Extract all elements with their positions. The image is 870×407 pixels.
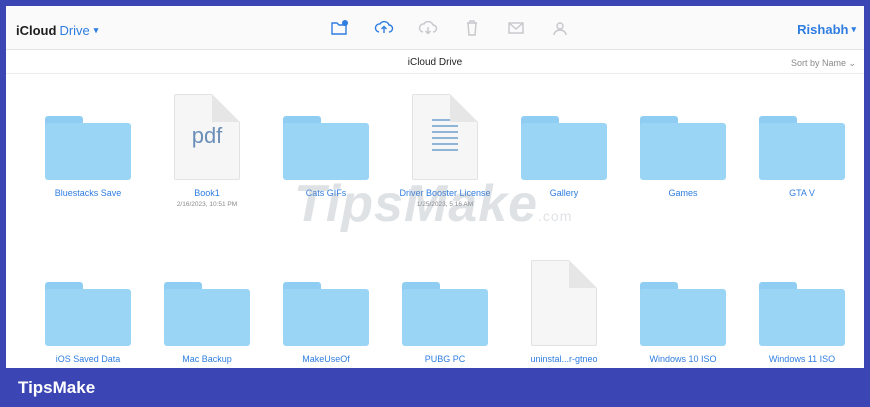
folder-icon: [521, 116, 607, 180]
folder-icon: [640, 282, 726, 346]
new-folder-button[interactable]: [328, 18, 352, 38]
folder-icon: [164, 282, 250, 346]
folder-item[interactable]: Mac Backup: [148, 260, 266, 365]
item-name: iOS Saved Data: [55, 354, 121, 364]
folder-icon: [759, 282, 845, 346]
item-thumbnail: [402, 260, 488, 346]
mail-icon: [508, 22, 524, 34]
folder-item[interactable]: Windows 10 ISO: [624, 260, 742, 365]
file-extension: pdf: [191, 123, 223, 148]
item-thumbnail: [45, 94, 131, 180]
item-thumbnail: [759, 94, 845, 180]
item-thumbnail: [521, 94, 607, 180]
folder-item[interactable]: Games: [624, 94, 742, 199]
location-bar: iCloud Drive Sort by Name ⌄: [6, 50, 864, 74]
folder-item[interactable]: Bluestacks Save: [29, 94, 147, 199]
item-name: Gallery: [549, 188, 579, 198]
toolbar: iCloud Drive ▾ Rishabh ▾: [6, 6, 864, 50]
upload-icon: [374, 20, 394, 33]
folder-item[interactable]: Cats GIFs: [267, 94, 385, 199]
blank-file-icon: [531, 260, 597, 346]
item-name: Book1: [194, 188, 220, 198]
upload-button[interactable]: [372, 18, 396, 38]
folder-item[interactable]: iOS Saved Data: [29, 260, 147, 365]
folder-item[interactable]: Gallery: [505, 94, 623, 199]
item-name: Games: [668, 188, 698, 198]
folder-item[interactable]: Windows 11 ISO: [743, 260, 861, 365]
item-name: Bluestacks Save: [54, 188, 122, 198]
item-name: GTA V: [789, 188, 815, 198]
item-thumbnail: [412, 94, 478, 180]
file-item[interactable]: Driver Booster License 1/25/2023, 5:16 AM: [386, 94, 504, 208]
file-item[interactable]: uninstal...r-gtneo: [505, 260, 623, 365]
folder-item[interactable]: PUBG PC: [386, 260, 504, 365]
item-date: 2/16/2023, 10:51 PM: [176, 201, 238, 208]
item-thumbnail: [283, 260, 369, 346]
item-name: MakeUseOf: [302, 354, 350, 364]
item-name: Windows 10 ISO: [649, 354, 717, 364]
item-thumbnail: [45, 260, 131, 346]
app-brand[interactable]: iCloud Drive ▾: [16, 23, 98, 38]
email-button[interactable]: [504, 18, 528, 38]
text-file-icon: [412, 94, 478, 180]
item-thumbnail: pdf: [174, 94, 240, 180]
item-name: uninstal...r-gtneo: [530, 354, 598, 364]
folder-icon: [402, 282, 488, 346]
item-name: PUBG PC: [424, 354, 466, 364]
folder-icon: [283, 282, 369, 346]
watermark-suffix: .com: [538, 208, 573, 224]
item-name: Driver Booster License: [399, 188, 491, 198]
folder-title: iCloud Drive: [407, 57, 463, 68]
sort-menu[interactable]: Sort by Name ⌄: [791, 58, 856, 69]
item-thumbnail: [759, 260, 845, 346]
folder-item[interactable]: MakeUseOf: [267, 260, 385, 365]
folder-icon: [45, 116, 131, 180]
download-button[interactable]: [416, 18, 440, 38]
footer-brand: TipsMake: [18, 378, 96, 397]
item-thumbnail: [640, 260, 726, 346]
download-icon: [418, 20, 438, 35]
folder-item[interactable]: GTA V: [743, 94, 861, 199]
item-thumbnail: [531, 260, 597, 346]
delete-button[interactable]: [460, 18, 484, 38]
item-thumbnail: [283, 94, 369, 180]
pdf-file-icon: pdf: [174, 94, 240, 180]
brand-drive: Drive: [59, 23, 90, 38]
share-button[interactable]: [548, 18, 572, 38]
share-person-icon: [553, 22, 567, 36]
account-name: Rishabh: [797, 22, 849, 37]
item-thumbnail: [164, 260, 250, 346]
item-name: Cats GIFs: [305, 188, 347, 198]
trash-icon: [467, 20, 477, 36]
folder-icon: [283, 116, 369, 180]
chevron-down-icon: ▾: [93, 25, 99, 35]
item-thumbnail: [640, 94, 726, 180]
item-name: Mac Backup: [182, 354, 232, 364]
new-folder-icon: [331, 20, 348, 35]
item-date: 1/25/2023, 5:16 AM: [416, 201, 474, 208]
brand-icloud: iCloud: [16, 23, 57, 38]
folder-icon: [45, 282, 131, 346]
toolbar-actions: [328, 18, 572, 38]
item-name: Windows 11 ISO: [768, 354, 836, 364]
folder-icon: [640, 116, 726, 180]
account-menu[interactable]: Rishabh ▾: [797, 22, 856, 37]
chevron-down-icon: ▾: [851, 24, 856, 34]
folder-icon: [759, 116, 845, 180]
icloud-drive-window: iCloud Drive ▾ Rishabh ▾ iCloud Drive So…: [6, 6, 864, 368]
file-item[interactable]: pdf Book1 2/16/2023, 10:51 PM: [148, 94, 266, 208]
